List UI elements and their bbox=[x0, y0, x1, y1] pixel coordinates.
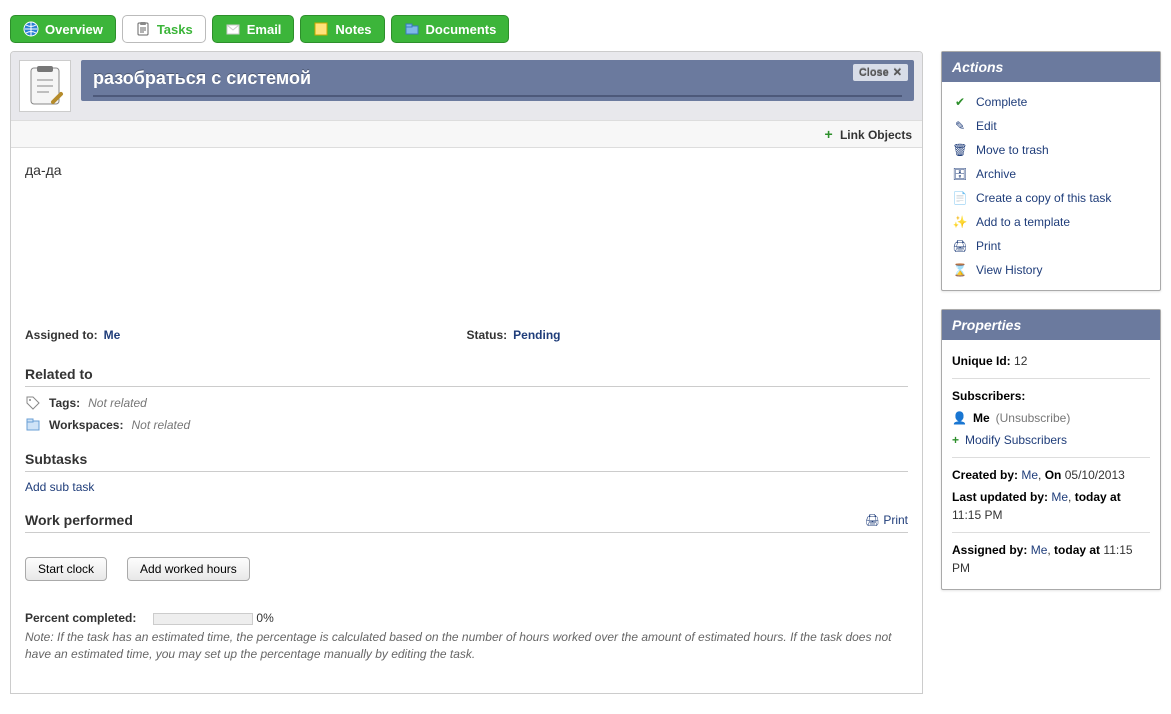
assigned-time-prefix: today at bbox=[1054, 543, 1100, 557]
wand-icon: ✨ bbox=[952, 214, 968, 230]
tab-label: Email bbox=[247, 22, 282, 37]
work-print-label: Print bbox=[883, 513, 908, 527]
modify-subscribers-link[interactable]: Modify Subscribers bbox=[965, 431, 1067, 449]
workspaces-value: Not related bbox=[131, 418, 190, 432]
page-title: разобраться с системой bbox=[93, 68, 311, 88]
action-print[interactable]: 🖨Print bbox=[952, 234, 1150, 258]
action-archive[interactable]: 🗄Archive bbox=[952, 162, 1150, 186]
status-label: Status: bbox=[467, 328, 508, 342]
uid-label: Unique Id: bbox=[952, 354, 1011, 368]
percent-label: Percent completed: bbox=[25, 611, 136, 625]
check-icon: ✔ bbox=[952, 94, 968, 110]
action-complete[interactable]: ✔Complete bbox=[952, 90, 1150, 114]
action-edit[interactable]: ✎Edit bbox=[952, 114, 1150, 138]
workspace-icon bbox=[25, 417, 41, 433]
close-button[interactable]: Close ✕ bbox=[853, 64, 908, 81]
actions-panel: Actions ✔Complete ✎Edit 🗑Move to trash 🗄… bbox=[941, 51, 1161, 291]
related-heading: Related to bbox=[25, 362, 908, 387]
hourglass-icon: ⌛ bbox=[952, 262, 968, 278]
add-subtask-link[interactable]: Add sub task bbox=[25, 480, 94, 494]
unsubscribe-link[interactable]: (Unsubscribe) bbox=[996, 409, 1071, 427]
folder-icon bbox=[404, 21, 420, 37]
tab-documents[interactable]: Documents bbox=[391, 15, 510, 43]
percent-note: Note: If the task has an estimated time,… bbox=[25, 629, 908, 663]
work-heading-label: Work performed bbox=[25, 512, 133, 528]
tab-label: Overview bbox=[45, 22, 103, 37]
assigned-by-label: Assigned by: bbox=[952, 543, 1027, 557]
created-by-value[interactable]: Me bbox=[1021, 468, 1038, 482]
subscribers-label: Subscribers: bbox=[952, 389, 1025, 403]
pencil-icon: ✎ bbox=[952, 118, 968, 134]
link-objects-bar[interactable]: + Link Objects bbox=[11, 120, 922, 148]
tab-email[interactable]: Email bbox=[212, 15, 295, 43]
tab-notes[interactable]: Notes bbox=[300, 15, 384, 43]
plus-icon: + bbox=[824, 126, 832, 142]
start-clock-button[interactable]: Start clock bbox=[25, 557, 107, 581]
task-icon bbox=[19, 60, 71, 112]
percent-value: 0% bbox=[256, 611, 273, 625]
copy-icon: 📄 bbox=[952, 190, 968, 206]
tab-tasks[interactable]: Tasks bbox=[122, 15, 206, 43]
tab-label: Notes bbox=[335, 22, 371, 37]
trash-icon: 🗑 bbox=[952, 142, 968, 158]
workspaces-label: Workspaces: bbox=[49, 418, 123, 432]
work-print-link[interactable]: 🖨 Print bbox=[865, 513, 908, 527]
archive-icon: 🗄 bbox=[952, 166, 968, 182]
main-panel: разобраться с системой Close ✕ + Link Ob… bbox=[10, 51, 923, 694]
globe-icon bbox=[23, 21, 39, 37]
assigned-by-value[interactable]: Me bbox=[1031, 543, 1048, 557]
title-bar: разобраться с системой Close ✕ bbox=[81, 60, 914, 101]
uid-value: 12 bbox=[1014, 354, 1027, 368]
work-heading: Work performed 🖨 Print bbox=[25, 508, 908, 533]
assigned-value[interactable]: Me bbox=[104, 328, 121, 342]
updated-time-prefix: today at bbox=[1075, 490, 1121, 504]
updated-by-label: Last updated by: bbox=[952, 490, 1048, 504]
action-template[interactable]: ✨Add to a template bbox=[952, 210, 1150, 234]
on-label: On bbox=[1045, 468, 1062, 482]
action-copy[interactable]: 📄Create a copy of this task bbox=[952, 186, 1150, 210]
status-value: Pending bbox=[513, 328, 560, 342]
actions-heading: Actions bbox=[942, 52, 1160, 82]
created-on: 05/10/2013 bbox=[1065, 468, 1125, 482]
tags-value: Not related bbox=[88, 396, 147, 410]
tab-bar: Overview Tasks Email Notes Documents bbox=[0, 0, 1171, 47]
close-label: Close bbox=[859, 67, 889, 79]
tab-overview[interactable]: Overview bbox=[10, 15, 116, 43]
printer-icon: 🖨 bbox=[865, 513, 880, 527]
updated-time: 11:15 PM bbox=[952, 508, 1002, 522]
action-history[interactable]: ⌛View History bbox=[952, 258, 1150, 282]
properties-panel: Properties Unique Id: 12 Subscribers: 👤 … bbox=[941, 309, 1161, 590]
plus-icon: + bbox=[952, 431, 959, 449]
envelope-icon bbox=[225, 21, 241, 37]
user-icon: 👤 bbox=[952, 409, 967, 427]
printer-icon: 🖨 bbox=[952, 238, 968, 254]
clipboard-icon bbox=[135, 21, 151, 37]
created-by-label: Created by: bbox=[952, 468, 1018, 482]
properties-heading: Properties bbox=[942, 310, 1160, 340]
note-icon bbox=[313, 21, 329, 37]
task-description: да-да bbox=[25, 162, 908, 322]
tab-label: Tasks bbox=[157, 22, 193, 37]
subtasks-heading: Subtasks bbox=[25, 447, 908, 472]
tag-icon bbox=[25, 395, 41, 411]
progress-bar bbox=[153, 613, 253, 625]
subscriber-me: Me bbox=[973, 409, 990, 427]
tags-label: Tags: bbox=[49, 396, 80, 410]
close-icon: ✕ bbox=[893, 66, 902, 79]
assigned-label: Assigned to: bbox=[25, 328, 98, 342]
add-worked-hours-button[interactable]: Add worked hours bbox=[127, 557, 250, 581]
tab-label: Documents bbox=[426, 22, 497, 37]
action-trash[interactable]: 🗑Move to trash bbox=[952, 138, 1150, 162]
updated-by-value[interactable]: Me bbox=[1051, 490, 1068, 504]
link-objects-label: Link Objects bbox=[840, 128, 912, 142]
